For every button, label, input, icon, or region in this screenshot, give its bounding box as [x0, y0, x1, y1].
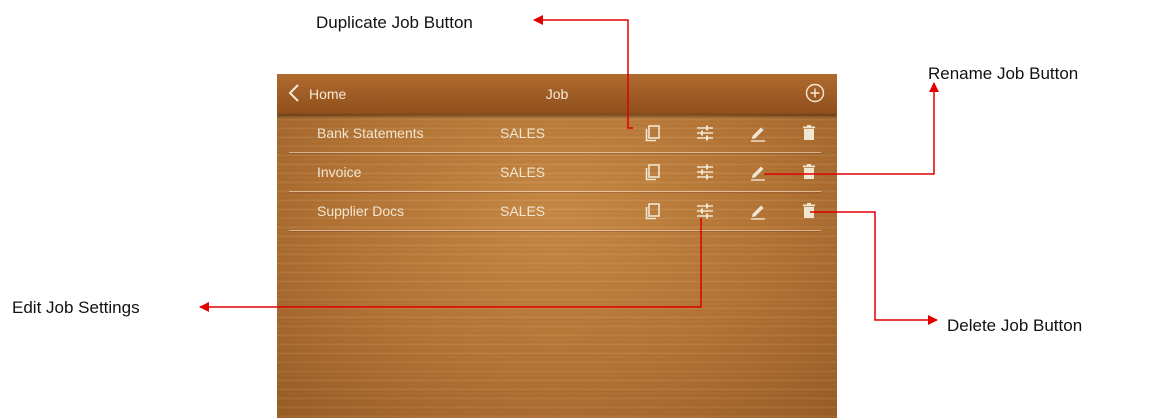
- rename-callout-arrow: [764, 82, 939, 175]
- duplicate-callout-arrow: [533, 15, 633, 129]
- edit-settings-callout-arrow: [199, 218, 702, 312]
- delete-callout-arrow: [810, 211, 938, 325]
- annotation-arrows: [199, 15, 939, 325]
